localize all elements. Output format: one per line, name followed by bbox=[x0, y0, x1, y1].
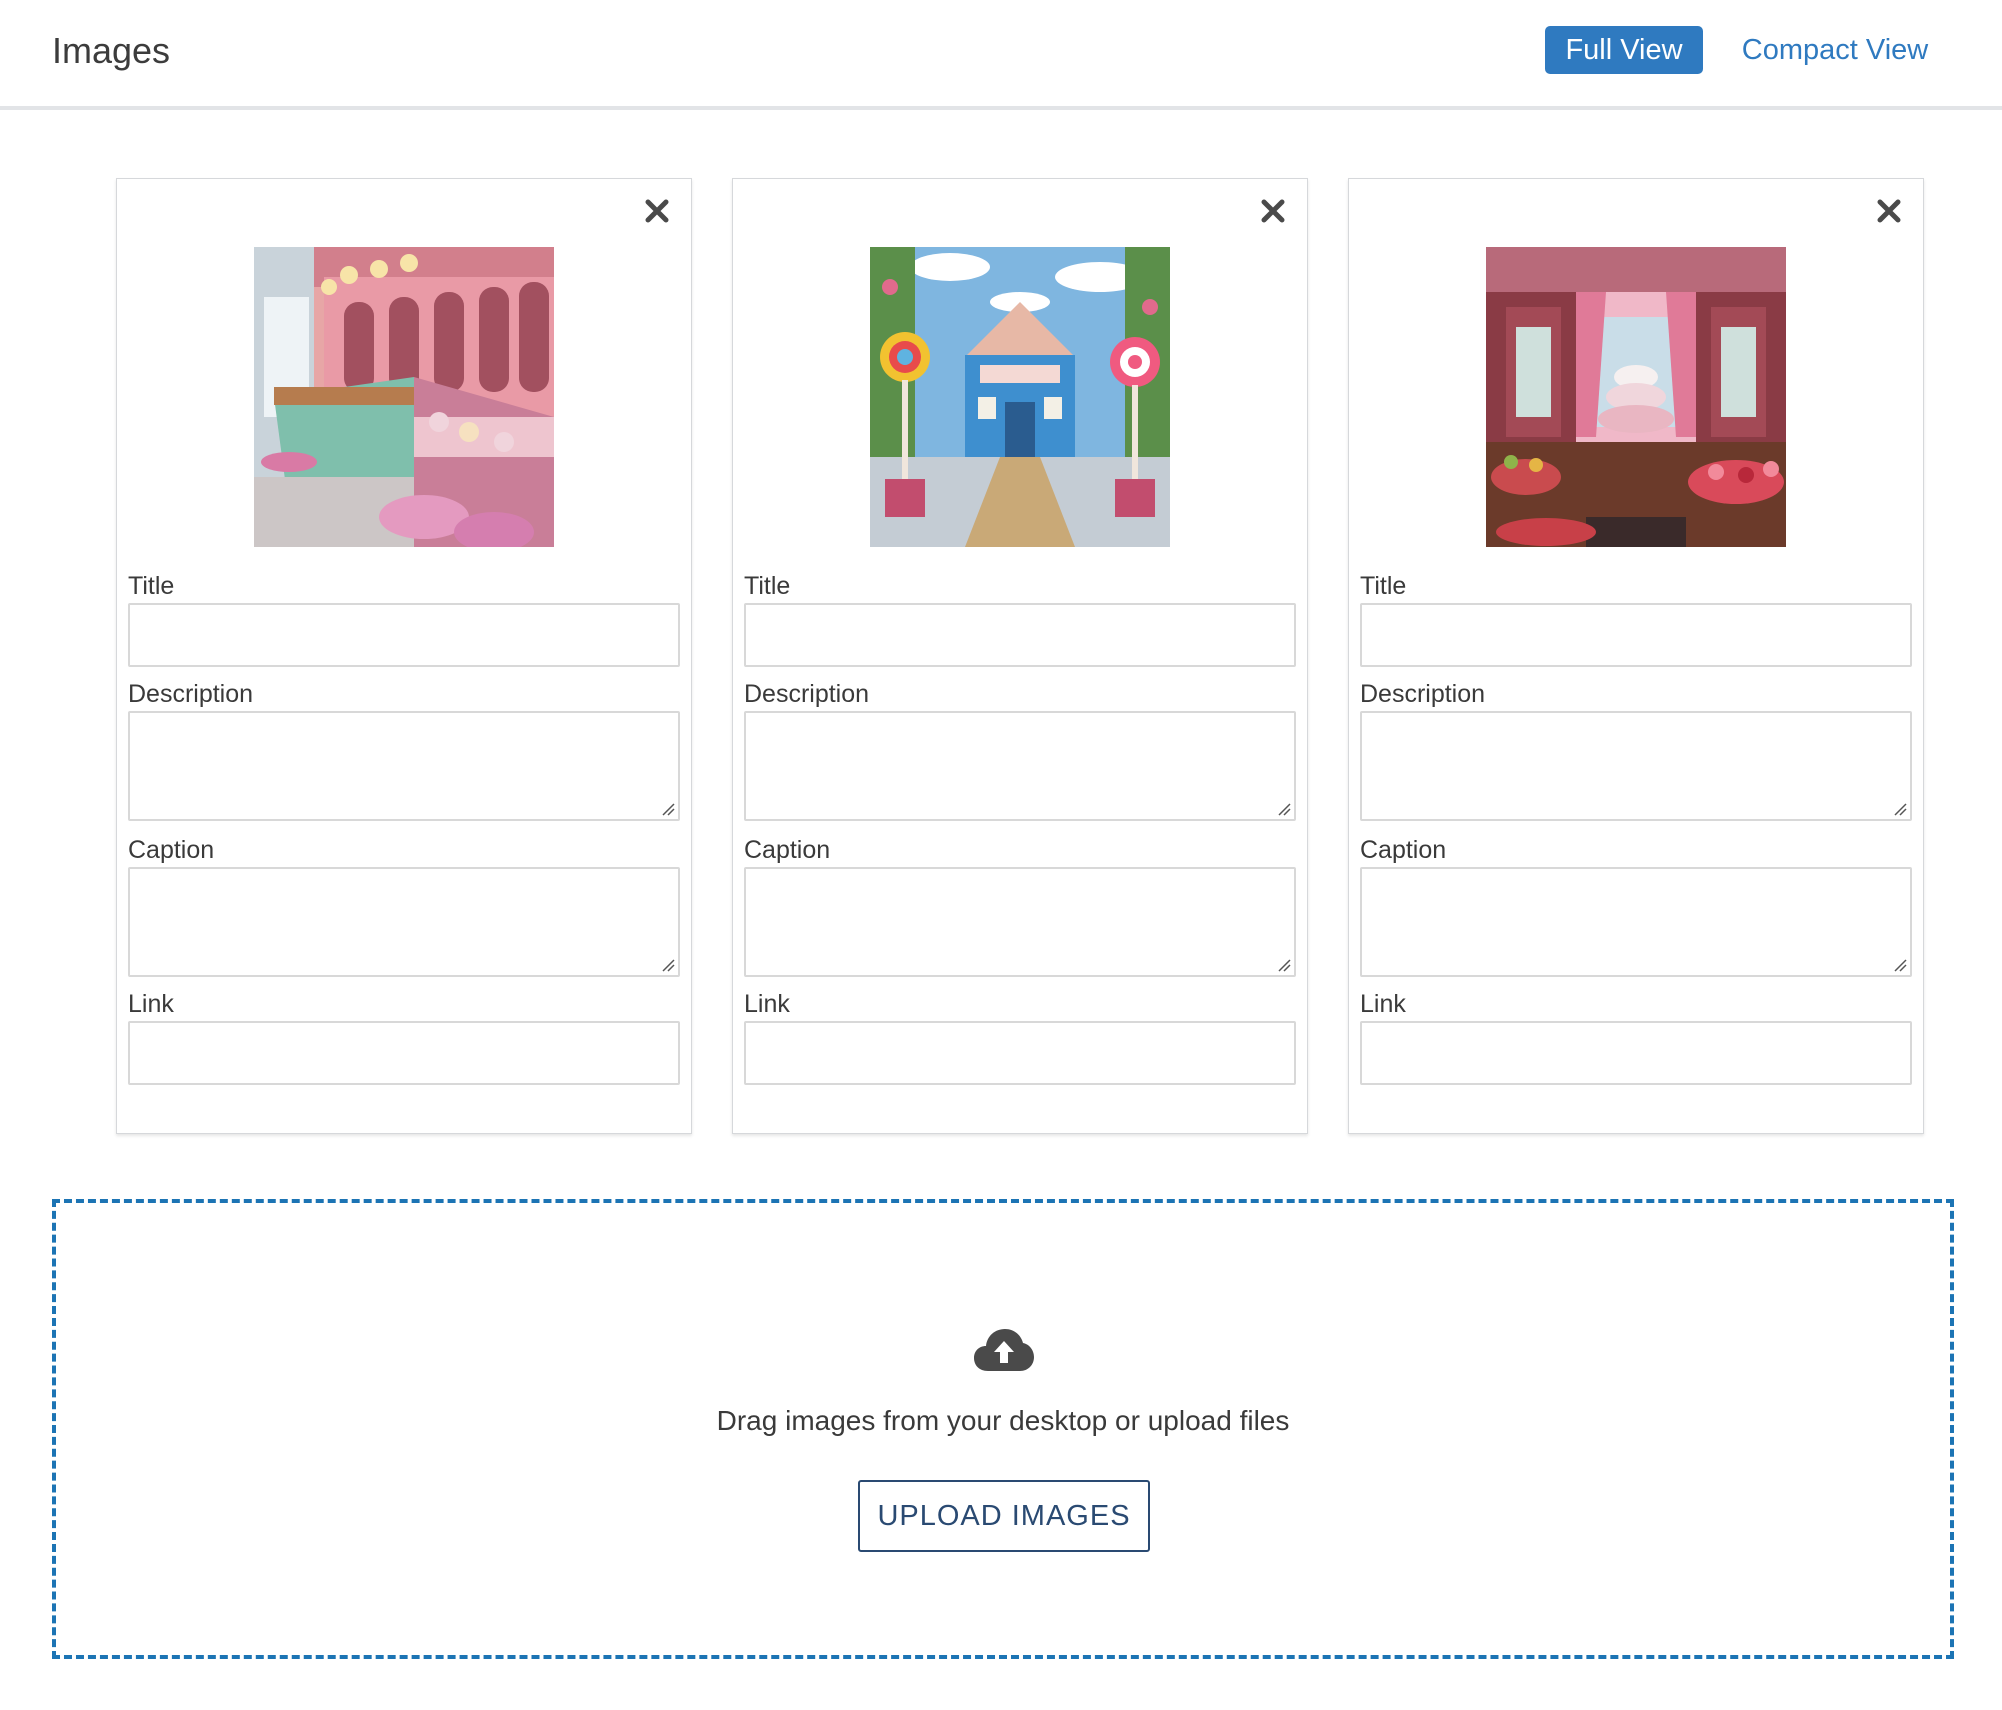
resize-grip-icon[interactable] bbox=[661, 958, 675, 972]
title-input[interactable] bbox=[744, 603, 1296, 667]
caption-label: Caption bbox=[1360, 836, 1447, 864]
resize-grip-icon[interactable] bbox=[1277, 802, 1291, 816]
caption-textarea[interactable] bbox=[1360, 867, 1912, 977]
description-label: Description bbox=[744, 680, 870, 708]
description-textarea[interactable] bbox=[128, 711, 680, 821]
title-label: Title bbox=[128, 572, 175, 600]
dropzone-instructions: Drag images from your desktop or upload … bbox=[716, 1405, 1290, 1436]
link-label: Link bbox=[744, 990, 790, 1018]
description-label: Description bbox=[128, 680, 254, 708]
title-input[interactable] bbox=[1360, 603, 1912, 667]
description-textarea[interactable] bbox=[744, 711, 1296, 821]
close-icon[interactable] bbox=[1257, 195, 1289, 227]
resize-grip-icon[interactable] bbox=[1893, 958, 1907, 972]
upload-dropzone[interactable]: Drag images from your desktop or upload … bbox=[52, 1199, 1954, 1659]
resize-grip-icon[interactable] bbox=[1277, 958, 1291, 972]
title-label: Title bbox=[744, 572, 791, 600]
image-cards-list: Title Description Caption Link Title Des… bbox=[0, 0, 2002, 1200]
sweets-shop-image bbox=[1486, 247, 1786, 547]
upload-images-button[interactable]: UPLOAD IMAGES bbox=[858, 1480, 1150, 1552]
image-card: Title Description Caption Link bbox=[732, 178, 1308, 1134]
image-thumbnail bbox=[254, 247, 554, 547]
cloud-upload-icon bbox=[974, 1329, 1034, 1371]
image-thumbnail bbox=[870, 247, 1170, 547]
resize-grip-icon[interactable] bbox=[1893, 802, 1907, 816]
link-label: Link bbox=[128, 990, 174, 1018]
link-label: Link bbox=[1360, 990, 1406, 1018]
resize-grip-icon[interactable] bbox=[661, 802, 675, 816]
close-icon[interactable] bbox=[641, 195, 673, 227]
caption-textarea[interactable] bbox=[744, 867, 1296, 977]
caption-label: Caption bbox=[744, 836, 831, 864]
image-thumbnail bbox=[1486, 247, 1786, 547]
description-label: Description bbox=[1360, 680, 1486, 708]
title-input[interactable] bbox=[128, 603, 680, 667]
description-textarea[interactable] bbox=[1360, 711, 1912, 821]
candy-house-image bbox=[870, 247, 1170, 547]
candy-shop-image bbox=[254, 247, 554, 547]
link-input[interactable] bbox=[1360, 1021, 1912, 1085]
link-input[interactable] bbox=[744, 1021, 1296, 1085]
image-card: Title Description Caption Link bbox=[116, 178, 692, 1134]
image-card: Title Description Caption Link bbox=[1348, 178, 1924, 1134]
close-icon[interactable] bbox=[1873, 195, 1905, 227]
link-input[interactable] bbox=[128, 1021, 680, 1085]
caption-label: Caption bbox=[128, 836, 215, 864]
title-label: Title bbox=[1360, 572, 1407, 600]
caption-textarea[interactable] bbox=[128, 867, 680, 977]
